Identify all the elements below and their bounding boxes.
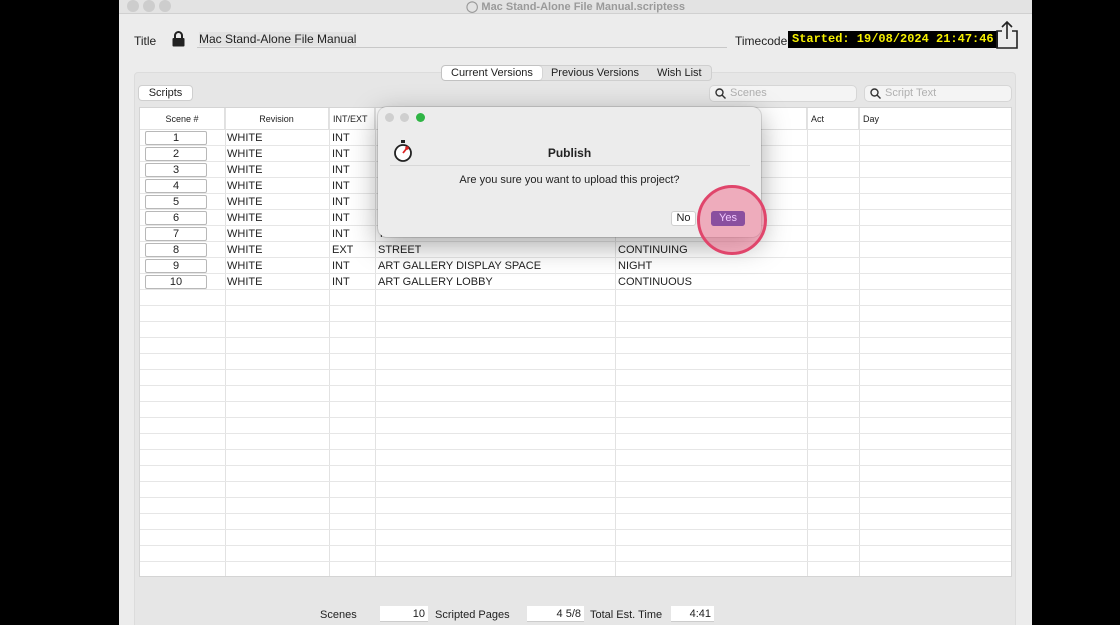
tab-previous-versions[interactable]: Previous Versions [542,66,648,80]
revision-cell: WHITE [227,228,263,240]
revision-cell: WHITE [227,260,263,272]
version-tabs: Current Versions Previous Versions Wish … [441,65,712,81]
location-cell: STREET [378,244,422,256]
intext-cell: INT [332,260,350,272]
time-cell: CONTINUOUS [618,276,692,288]
title-bar: ◯ Mac Stand-Alone File Manual.scriptess [119,0,1032,14]
revision-cell: WHITE [227,212,263,224]
location-cell: ART GALLERY DISPLAY SPACE [378,260,542,272]
lock-icon[interactable] [172,31,185,47]
dialog-divider [390,165,750,166]
scene-number-button[interactable]: 7 [145,227,207,241]
table-row[interactable] [140,418,1011,434]
scripts-button[interactable]: Scripts [138,85,193,101]
table-row[interactable] [140,338,1011,354]
scene-number-button[interactable]: 3 [145,163,207,177]
revision-cell: WHITE [227,148,263,160]
scene-number-button[interactable]: 8 [145,243,207,257]
yes-button-highlighted[interactable]: Yes [711,211,745,226]
table-row[interactable] [140,546,1011,562]
timecode-label: Timecode [735,34,788,48]
table-row[interactable] [140,498,1011,514]
tab-wish-list[interactable]: Wish List [648,66,711,80]
revision-cell: WHITE [227,196,263,208]
table-row[interactable] [140,434,1011,450]
revision-cell: WHITE [227,276,263,288]
dialog-minimize-button[interactable] [400,113,409,122]
revision-cell: WHITE [227,164,263,176]
time-cell: CONTINUING [618,244,688,256]
scene-number-button[interactable]: 1 [145,131,207,145]
scene-number-button[interactable]: 10 [145,275,207,289]
dialog-message: Are you sure you want to upload this pro… [459,174,680,186]
scene-number-button[interactable]: 4 [145,179,207,193]
tab-current-versions[interactable]: Current Versions [442,66,542,80]
table-row[interactable] [140,354,1011,370]
column-header-act[interactable]: Act [807,108,859,130]
dialog-title: Publish [547,146,592,160]
script-text-search-input[interactable]: Script Text [864,85,1012,102]
intext-cell: INT [332,132,350,144]
column-header-day[interactable]: Day [859,108,1011,130]
column-header-scene[interactable]: Scene # [140,108,225,130]
share-icon[interactable] [993,20,1021,50]
intext-cell: INT [332,196,350,208]
intext-cell: INT [332,228,350,240]
table-row[interactable]: 9 WHITE INT ART GALLERY DISPLAY SPACE NIGHT [140,258,1011,274]
scene-number-button[interactable]: 5 [145,195,207,209]
table-row[interactable] [140,562,1011,576]
total-time-label: Total Est. Time [590,609,663,621]
scenes-search-placeholder: Scenes [730,87,767,99]
title-value: Mac Stand-Alone File Manual [199,32,357,46]
table-row[interactable]: 10 WHITE INT ART GALLERY LOBBY CONTINUOUS [140,274,1011,290]
intext-cell: INT [332,212,350,224]
title-label: Title [134,34,157,48]
scenes-count-field: 10 [380,606,428,622]
time-cell: NIGHT [618,260,653,272]
column-header-intext[interactable]: INT/EXT [329,108,375,130]
intext-cell: INT [332,276,350,288]
scripted-pages-label: Scripted Pages [435,609,510,621]
column-header-revision[interactable]: Revision [225,108,329,130]
dialog-close-button[interactable] [385,113,394,122]
table-row[interactable] [140,386,1011,402]
script-text-search-placeholder: Script Text [885,87,937,99]
table-row[interactable] [140,530,1011,546]
document-icon: ◯ [466,1,482,13]
table-row[interactable] [140,322,1011,338]
table-row[interactable] [140,514,1011,530]
main-window: ◯ Mac Stand-Alone File Manual.scriptess … [119,0,1032,625]
intext-cell: INT [332,164,350,176]
table-row[interactable] [140,290,1011,306]
revision-cell: WHITE [227,244,263,256]
scripted-pages-field: 4 5/8 [527,606,584,622]
window-title: ◯ Mac Stand-Alone File Manual.scriptess [466,1,685,13]
search-icon [870,88,881,99]
total-time-field: 4:41 [671,606,714,622]
revision-cell: WHITE [227,132,263,144]
table-row[interactable] [140,466,1011,482]
table-row[interactable] [140,402,1011,418]
scene-number-button[interactable]: 6 [145,211,207,225]
revision-cell: WHITE [227,180,263,192]
scenes-search-input[interactable]: Scenes [709,85,857,102]
intext-cell: INT [332,148,350,160]
scenes-count-label: Scenes [320,609,357,621]
table-row[interactable]: 8 WHITE EXT STREET CONTINUING [140,242,1011,258]
table-row[interactable] [140,450,1011,466]
no-button[interactable]: No [671,211,696,226]
dialog-zoom-button[interactable] [416,113,425,122]
timecode-display: Started: 19/08/2024 21:47:46 [788,31,998,48]
scene-number-button[interactable]: 9 [145,259,207,273]
intext-cell: INT [332,180,350,192]
table-row[interactable] [140,370,1011,386]
intext-cell: EXT [332,244,354,256]
scene-number-button[interactable]: 2 [145,147,207,161]
table-row[interactable] [140,482,1011,498]
table-row[interactable] [140,306,1011,322]
search-icon [715,88,726,99]
location-cell: ART GALLERY LOBBY [378,276,493,288]
title-field[interactable]: Mac Stand-Alone File Manual [197,32,727,48]
